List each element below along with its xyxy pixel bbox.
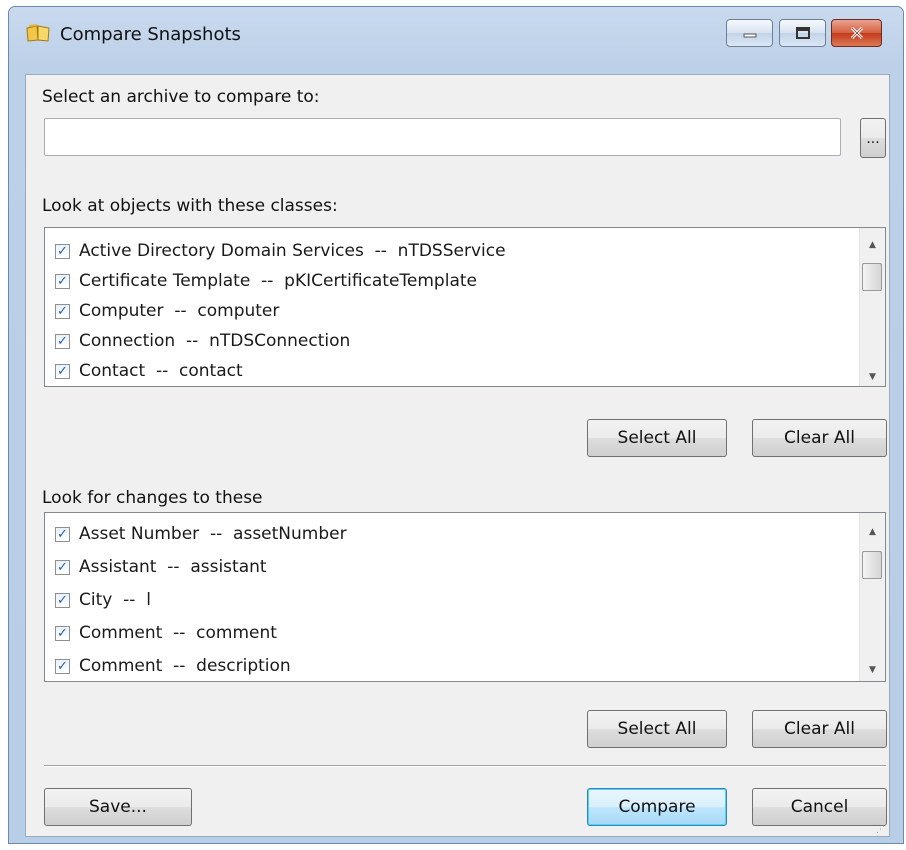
checkbox[interactable]: ✓ (55, 559, 70, 575)
maximize-icon (795, 27, 810, 39)
list-item-label: Asset Number -- assetNumber (79, 524, 347, 544)
list-item[interactable]: ✓ Connection -- nTDSConnection (55, 326, 350, 356)
attributes-scrollbar[interactable]: ▲ ▼ (859, 513, 885, 681)
list-item-label: Comment -- description (79, 656, 291, 676)
attributes-label: Look for changes to these (42, 488, 263, 508)
compare-snapshots-window: Compare Snapshots Select an archive to c… (8, 6, 904, 844)
scroll-down-icon[interactable]: ▼ (860, 372, 885, 382)
list-item[interactable]: ✓ Comment -- description (55, 651, 291, 681)
check-icon: ✓ (57, 243, 68, 259)
scroll-up-icon[interactable]: ▲ (860, 240, 885, 250)
classes-label: Look at objects with these classes: (42, 196, 338, 216)
dialog-body: Select an archive to compare to: ... Loo… (25, 74, 890, 837)
check-icon: ✓ (57, 363, 68, 379)
check-icon: ✓ (57, 625, 68, 641)
archive-path-input[interactable] (44, 118, 841, 156)
classes-listbox[interactable]: ✓ Active Directory Domain Services -- nT… (44, 227, 886, 387)
list-item-label: Assistant -- assistant (79, 557, 267, 577)
checkbox[interactable]: ✓ (55, 658, 70, 674)
resize-grip-icon[interactable]: ⋰ (876, 826, 886, 835)
scroll-thumb[interactable] (862, 263, 882, 291)
attributes-clear-all-button[interactable]: Clear All (752, 710, 887, 748)
list-item[interactable]: ✓ Certificate Template -- pKICertificate… (55, 266, 477, 296)
attributes-select-all-button[interactable]: Select All (587, 710, 727, 748)
check-icon: ✓ (57, 273, 68, 289)
close-icon (850, 26, 863, 40)
checkbox[interactable]: ✓ (55, 363, 70, 379)
list-item[interactable]: ✓ City -- l (55, 585, 151, 615)
list-item-label: Contact -- contact (79, 361, 243, 381)
check-icon: ✓ (57, 559, 68, 575)
checkbox[interactable]: ✓ (55, 273, 70, 289)
close-button[interactable] (831, 19, 882, 47)
scroll-up-icon[interactable]: ▲ (860, 527, 885, 537)
cancel-button[interactable]: Cancel (752, 788, 887, 826)
compare-button[interactable]: Compare (587, 788, 727, 826)
checkbox[interactable]: ✓ (55, 526, 70, 542)
list-item[interactable]: ✓ Computer -- computer (55, 296, 279, 326)
list-item[interactable]: ✓ Asset Number -- assetNumber (55, 519, 347, 549)
checkbox[interactable]: ✓ (55, 303, 70, 319)
list-item[interactable]: ✓ Assistant -- assistant (55, 552, 267, 582)
maximize-button[interactable] (779, 19, 826, 47)
check-icon: ✓ (57, 303, 68, 319)
checkbox[interactable]: ✓ (55, 333, 70, 349)
window-title: Compare Snapshots (60, 24, 241, 45)
save-button[interactable]: Save... (44, 788, 192, 826)
check-icon: ✓ (57, 658, 68, 674)
classes-select-all-button[interactable]: Select All (587, 419, 727, 457)
classes-scrollbar[interactable]: ▲ ▼ (859, 228, 885, 386)
list-item-label: Connection -- nTDSConnection (79, 331, 351, 351)
list-item[interactable]: ✓ Comment -- comment (55, 618, 277, 648)
list-item-label: Certificate Template -- pKICertificateTe… (79, 271, 477, 291)
list-item-label: Active Directory Domain Services -- nTDS… (79, 241, 506, 261)
browse-button[interactable]: ... (860, 118, 886, 158)
check-icon: ✓ (57, 526, 68, 542)
archive-label: Select an archive to compare to: (42, 87, 320, 107)
checkbox[interactable]: ✓ (55, 625, 70, 641)
list-item-label: Computer -- computer (79, 301, 280, 321)
folder-book-icon (26, 24, 50, 42)
list-item-label: City -- l (79, 590, 151, 610)
checkbox[interactable]: ✓ (55, 243, 70, 259)
list-item[interactable]: ✓ Active Directory Domain Services -- nT… (55, 236, 506, 266)
scroll-down-icon[interactable]: ▼ (860, 665, 885, 675)
attributes-listbox[interactable]: ✓ Asset Number -- assetNumber ✓ Assistan… (44, 512, 886, 682)
list-item-label: Comment -- comment (79, 623, 277, 643)
minimize-button[interactable] (726, 19, 773, 47)
list-item[interactable]: ✓ Contact -- contact (55, 356, 243, 386)
checkbox[interactable]: ✓ (55, 592, 70, 608)
footer-separator (44, 765, 886, 767)
classes-clear-all-button[interactable]: Clear All (752, 419, 887, 457)
scroll-thumb[interactable] (862, 551, 882, 579)
check-icon: ✓ (57, 333, 68, 349)
minimize-icon (743, 33, 756, 38)
check-icon: ✓ (57, 592, 68, 608)
